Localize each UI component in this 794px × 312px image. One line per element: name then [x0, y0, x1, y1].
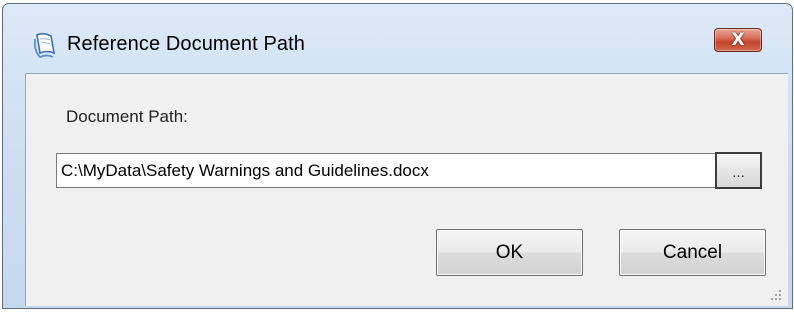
title-bar[interactable]: Reference Document Path X	[3, 4, 792, 64]
resize-grip-icon[interactable]	[770, 288, 782, 300]
document-path-input[interactable]	[56, 153, 716, 188]
cancel-button[interactable]: Cancel	[619, 229, 766, 276]
document-app-icon	[31, 31, 59, 61]
dialog-content: Document Path: ... OK Cancel	[25, 73, 788, 306]
browse-button[interactable]: ...	[715, 152, 762, 189]
ok-button[interactable]: OK	[436, 229, 583, 276]
document-path-label: Document Path:	[66, 107, 188, 126]
close-button[interactable]: X	[714, 28, 762, 52]
window-title: Reference Document Path	[67, 33, 305, 55]
dialog-window: Reference Document Path X Document Path:…	[2, 3, 793, 309]
